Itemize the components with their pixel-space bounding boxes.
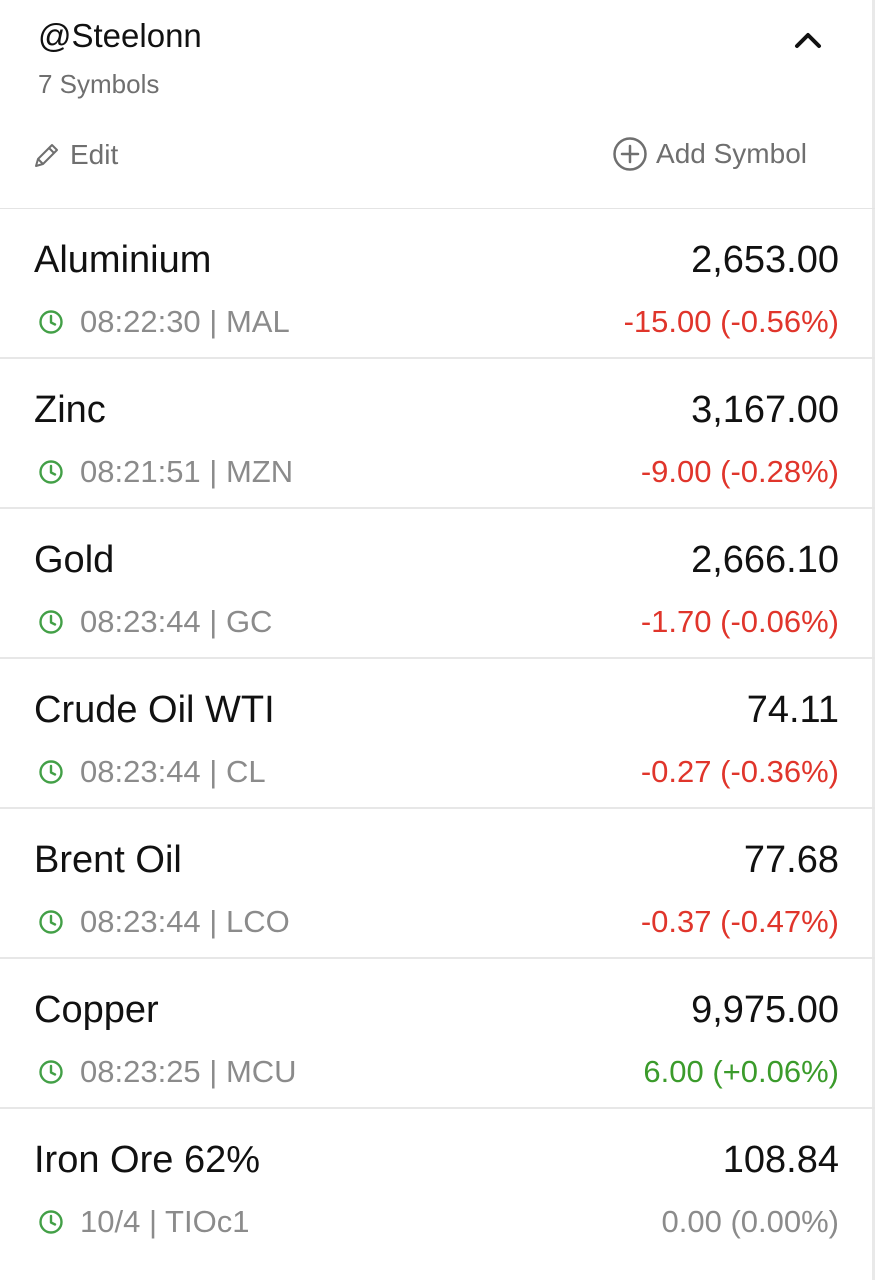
symbol-change: -1.70 (-0.06%): [640, 604, 839, 639]
symbol-meta: 08:23:25 | MCU: [38, 1053, 297, 1091]
symbol-time-ticker: 10/4 | TIOc1: [80, 1204, 250, 1239]
symbol-row-0[interactable]: Aluminium 2,653.00 08:22:30 | MAL -15.00…: [0, 209, 875, 359]
symbol-price: 77.68: [743, 839, 839, 881]
add-symbol-button[interactable]: Add Symbol: [612, 134, 807, 174]
symbol-name: Brent Oil: [34, 839, 182, 881]
symbol-time-ticker: 08:23:44 | LCO: [80, 904, 290, 939]
symbol-price: 108.84: [722, 1139, 839, 1181]
symbol-name: Zinc: [34, 389, 106, 431]
collapse-button[interactable]: [791, 24, 825, 58]
symbol-list: Aluminium 2,653.00 08:22:30 | MAL -15.00…: [0, 209, 875, 1257]
clock-icon: [39, 760, 63, 784]
symbol-row-5[interactable]: Copper 9,975.00 08:23:25 | MCU 6.00 (+0.…: [0, 959, 875, 1109]
symbol-meta: 08:21:51 | MZN: [38, 453, 293, 491]
symbol-time-ticker: 08:23:44 | GC: [80, 604, 273, 639]
clock-icon: [39, 1210, 63, 1234]
symbol-price: 2,653.00: [691, 239, 839, 281]
symbol-time-ticker: 08:22:30 | MAL: [80, 304, 290, 339]
symbol-meta: 08:23:44 | GC: [38, 603, 272, 641]
symbol-change: -0.37 (-0.47%): [640, 904, 839, 939]
symbol-row-4[interactable]: Brent Oil 77.68 08:23:44 | LCO -0.37 (-0…: [0, 809, 875, 959]
symbol-price: 74.11: [746, 689, 839, 731]
symbol-price: 2,666.10: [691, 539, 839, 581]
edit-button[interactable]: Edit: [32, 136, 118, 174]
symbol-name: Copper: [34, 989, 159, 1031]
plus-circle-icon: [613, 137, 647, 171]
clock-icon: [39, 460, 63, 484]
symbol-name: Iron Ore 62%: [34, 1139, 260, 1181]
symbol-meta: 08:22:30 | MAL: [38, 303, 290, 341]
symbol-time-ticker: 08:21:51 | MZN: [80, 454, 294, 489]
clock-icon: [39, 1060, 63, 1084]
symbol-row-6[interactable]: Iron Ore 62% 108.84 10/4 | TIOc1 0.00 (0…: [0, 1109, 875, 1257]
symbol-name: Gold: [34, 539, 115, 581]
symbol-change: -9.00 (-0.28%): [640, 454, 839, 489]
clock-icon: [39, 610, 63, 634]
chevron-up-icon: [795, 33, 821, 48]
symbol-change: 6.00 (+0.06%): [643, 1054, 839, 1089]
symbol-meta: 08:23:44 | LCO: [38, 903, 290, 941]
symbol-meta: 10/4 | TIOc1: [38, 1203, 249, 1241]
symbol-time-ticker: 08:23:25 | MCU: [80, 1054, 297, 1089]
symbol-row-2[interactable]: Gold 2,666.10 08:23:44 | GC -1.70 (-0.06…: [0, 509, 875, 659]
symbol-name: Crude Oil WTI: [34, 689, 275, 731]
symbol-price: 9,975.00: [691, 989, 839, 1031]
watchlist-title: @Steelonn: [38, 17, 202, 54]
clock-icon: [39, 310, 63, 334]
edit-label: Edit: [70, 139, 119, 170]
symbol-change: -15.00 (-0.56%): [623, 304, 839, 339]
add-symbol-label: Add Symbol: [656, 138, 807, 169]
symbol-count: 7 Symbols: [38, 69, 160, 99]
symbol-time-ticker: 08:23:44 | CL: [80, 754, 266, 789]
watchlist-header: @Steelonn 7 Symbols Edit Add Symbol: [0, 0, 875, 209]
symbol-change: -0.27 (-0.36%): [640, 754, 839, 789]
symbol-change: 0.00 (0.00%): [661, 1204, 840, 1239]
clock-icon: [39, 910, 63, 934]
symbol-row-3[interactable]: Crude Oil WTI 74.11 08:23:44 | CL -0.27 …: [0, 659, 875, 809]
symbol-meta: 08:23:44 | CL: [38, 753, 266, 791]
symbol-name: Aluminium: [34, 239, 212, 281]
pencil-icon: [35, 144, 58, 167]
symbol-price: 3,167.00: [691, 389, 839, 431]
symbol-row-1[interactable]: Zinc 3,167.00 08:21:51 | MZN -9.00 (-0.2…: [0, 359, 875, 509]
